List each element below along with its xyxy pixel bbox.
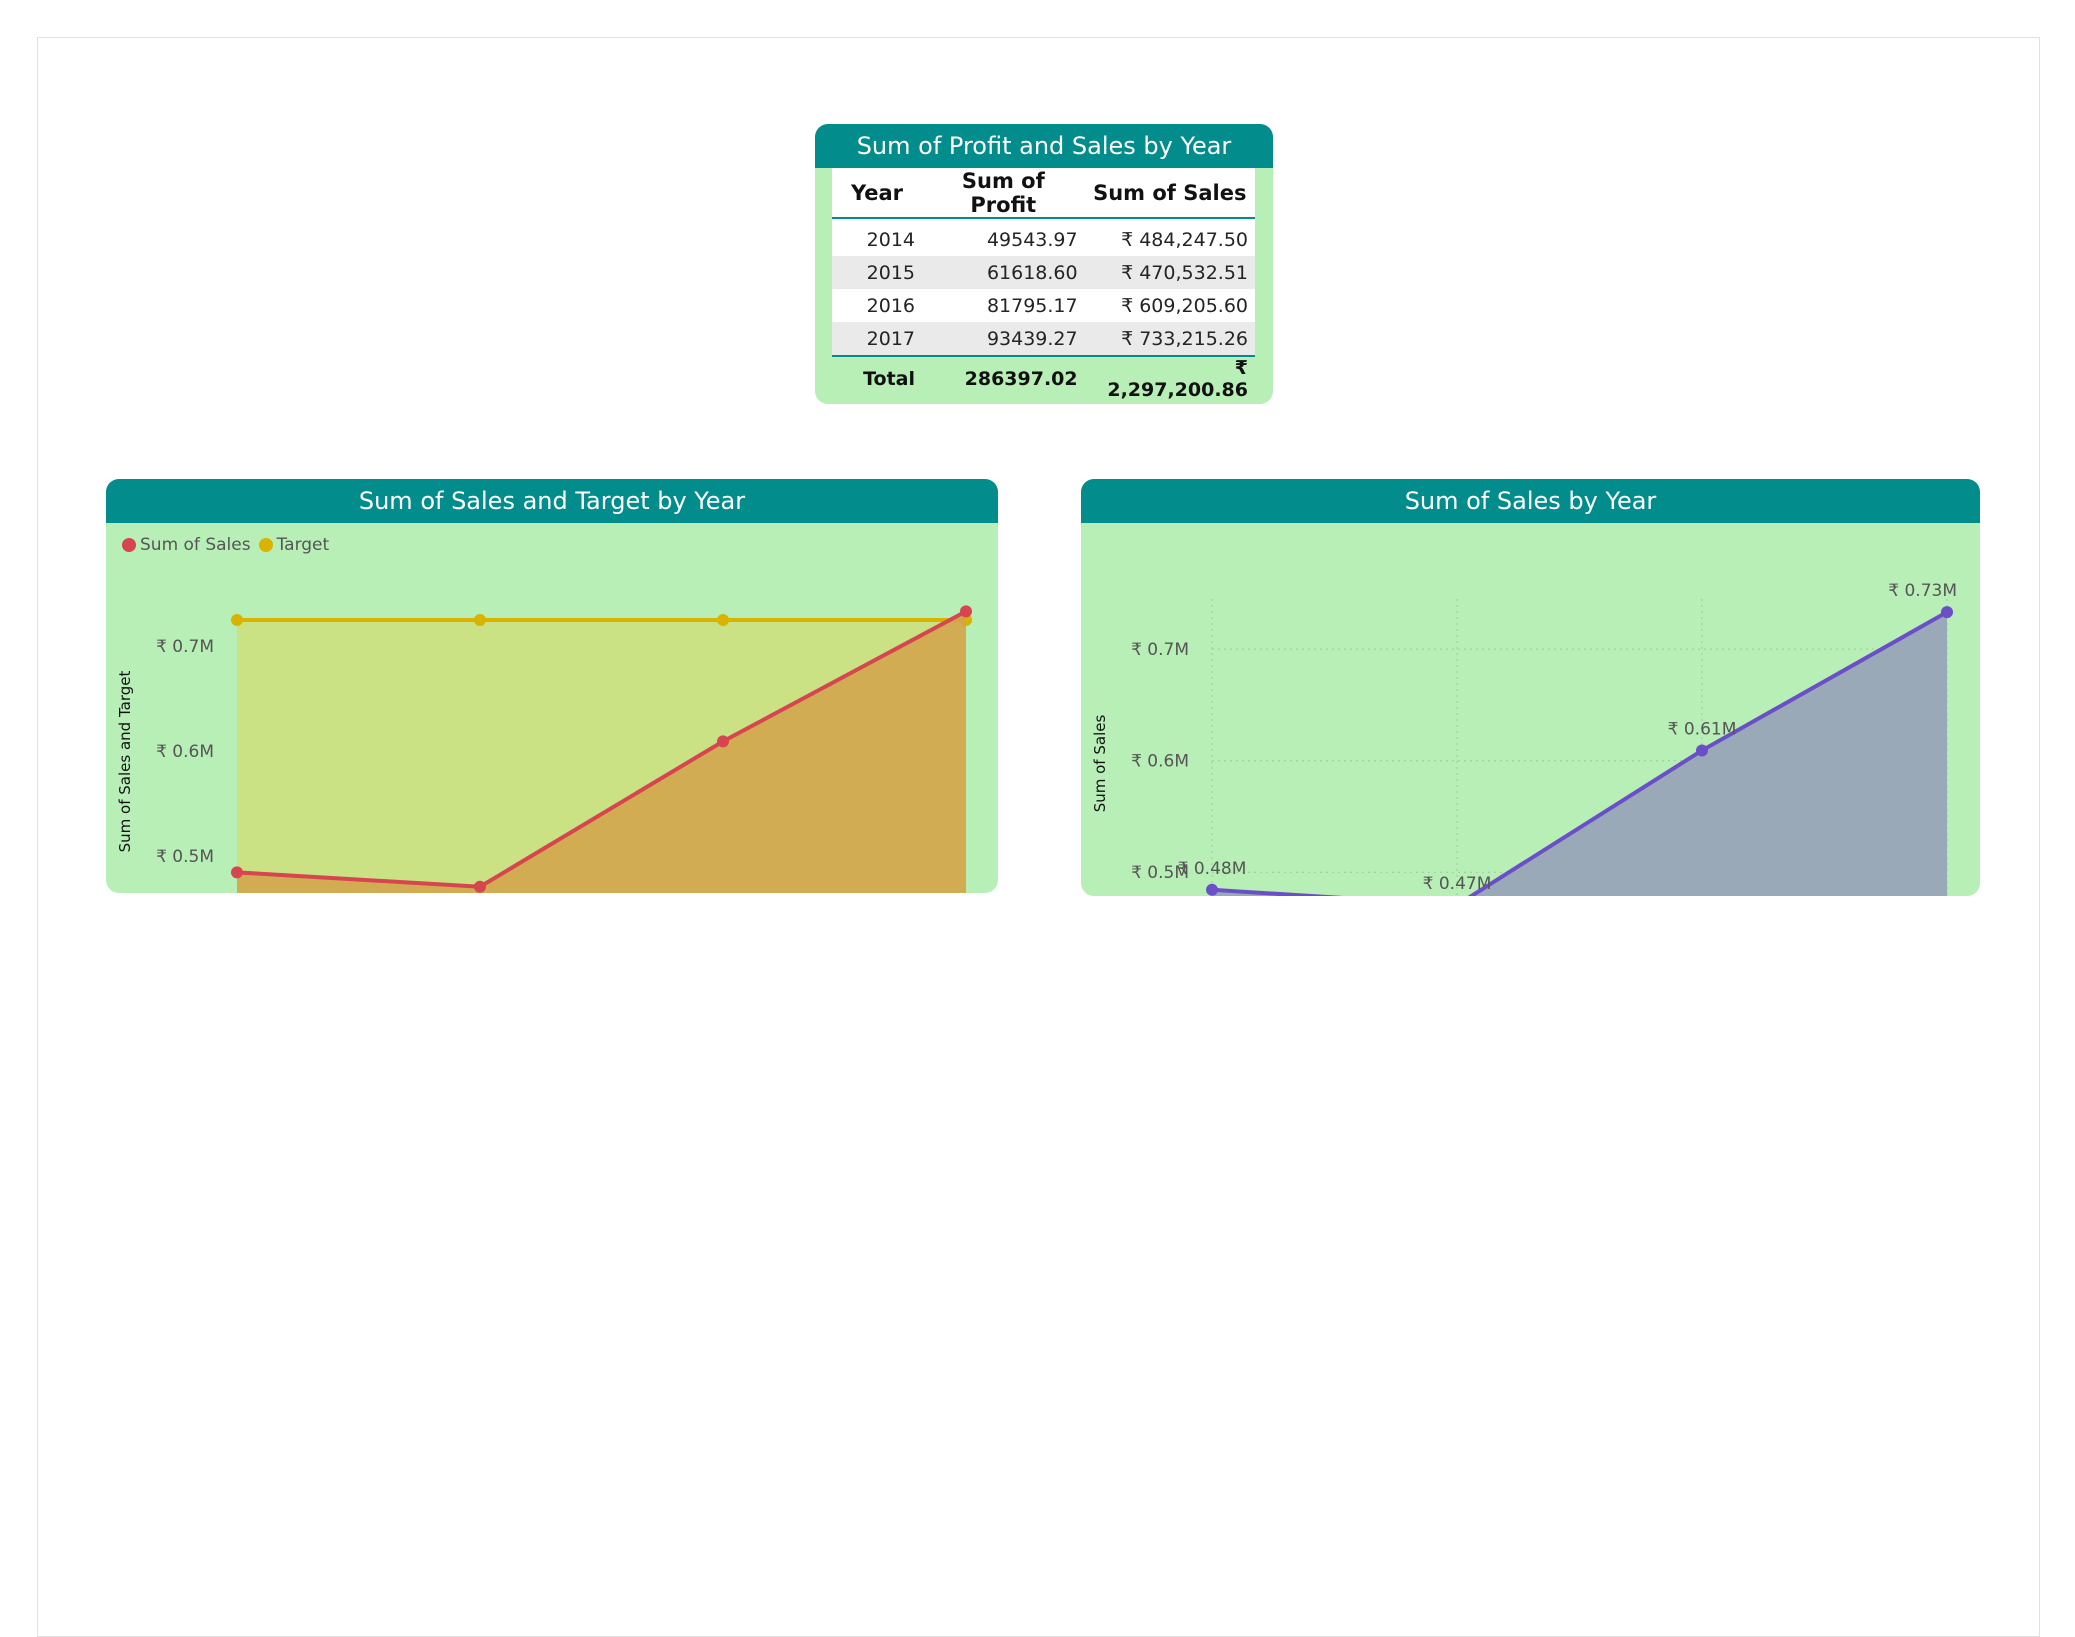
- cell-profit: 49543.97: [922, 223, 1085, 256]
- cell-year: 2016: [832, 289, 922, 322]
- cell-profit: 61618.60: [922, 256, 1085, 289]
- column-header-year[interactable]: Year: [832, 168, 922, 219]
- column-header-profit[interactable]: Sum of Profit: [922, 168, 1085, 219]
- sales-chart-visual[interactable]: Sum of Sales by Year ₹ 0.5M₹ 0.6M₹ 0.7M2…: [1081, 479, 1980, 896]
- cell-sales: ₹ 733,215.26: [1084, 322, 1255, 356]
- data-point: [474, 613, 486, 626]
- profit-sales-table-visual[interactable]: Sum of Profit and Sales by Year Year Sum…: [815, 124, 1273, 404]
- y-tick-label: ₹ 0.6M: [1131, 752, 1189, 772]
- table-container: Year Sum of Profit Sum of Sales 2014 495…: [832, 168, 1255, 401]
- data-label: ₹ 0.73M: [1888, 581, 1957, 601]
- cell-sales: ₹ 470,532.51: [1084, 256, 1255, 289]
- cell-sales: ₹ 609,205.60: [1084, 289, 1255, 322]
- table-total-row: Total 286397.02 ₹ 2,297,200.86: [832, 355, 1255, 401]
- data-point: [1206, 883, 1218, 896]
- data-point: [231, 613, 243, 626]
- y-axis-title: Sum of Sales and Target: [116, 671, 134, 853]
- total-label: Total: [832, 355, 922, 401]
- y-tick-label: ₹ 0.7M: [156, 637, 214, 657]
- table-header-row: Year Sum of Profit Sum of Sales: [832, 168, 1255, 219]
- data-label: ₹ 0.47M: [1423, 874, 1492, 894]
- data-point: [960, 605, 972, 618]
- cell-year: 2017: [832, 322, 922, 356]
- sales-target-chart-plot: ₹ 0.5M₹ 0.6M₹ 0.7M2014201520162017YearSu…: [116, 605, 972, 893]
- table-row[interactable]: 2016 81795.17 ₹ 609,205.60: [832, 289, 1255, 322]
- total-sales: ₹ 2,297,200.86: [1084, 355, 1255, 401]
- data-point: [717, 735, 729, 748]
- table-row[interactable]: 2015 61618.60 ₹ 470,532.51: [832, 256, 1255, 289]
- data-label: ₹ 0.61M: [1668, 719, 1737, 739]
- data-point: [1696, 744, 1708, 757]
- data-point: [474, 880, 486, 893]
- series-area: [1212, 612, 1947, 896]
- cell-profit: 93439.27: [922, 322, 1085, 356]
- total-profit: 286397.02: [922, 355, 1085, 401]
- table-row[interactable]: 2014 49543.97 ₹ 484,247.50: [832, 223, 1255, 256]
- y-tick-label: ₹ 0.6M: [156, 742, 214, 762]
- sales-target-chart-visual[interactable]: Sum of Sales and Target by Year Sum of S…: [106, 479, 998, 893]
- profit-sales-table: Year Sum of Profit Sum of Sales 2014 495…: [832, 168, 1255, 401]
- sales-chart-plot: ₹ 0.5M₹ 0.6M₹ 0.7M2014201520162017YearSu…: [1091, 581, 1957, 896]
- y-axis-title: Sum of Sales: [1091, 715, 1109, 813]
- data-point: [1941, 606, 1953, 619]
- y-tick-label: ₹ 0.7M: [1131, 640, 1189, 660]
- cell-year: 2014: [832, 223, 922, 256]
- cell-sales: ₹ 484,247.50: [1084, 223, 1255, 256]
- column-header-sales[interactable]: Sum of Sales: [1084, 168, 1255, 219]
- data-point: [717, 613, 729, 626]
- y-tick-label: ₹ 0.5M: [156, 847, 214, 867]
- table-row[interactable]: 2017 93439.27 ₹ 733,215.26: [832, 322, 1255, 356]
- data-label: ₹ 0.48M: [1178, 859, 1247, 879]
- table-visual-title: Sum of Profit and Sales by Year: [815, 124, 1273, 168]
- data-point: [231, 866, 243, 879]
- cell-year: 2015: [832, 256, 922, 289]
- cell-profit: 81795.17: [922, 289, 1085, 322]
